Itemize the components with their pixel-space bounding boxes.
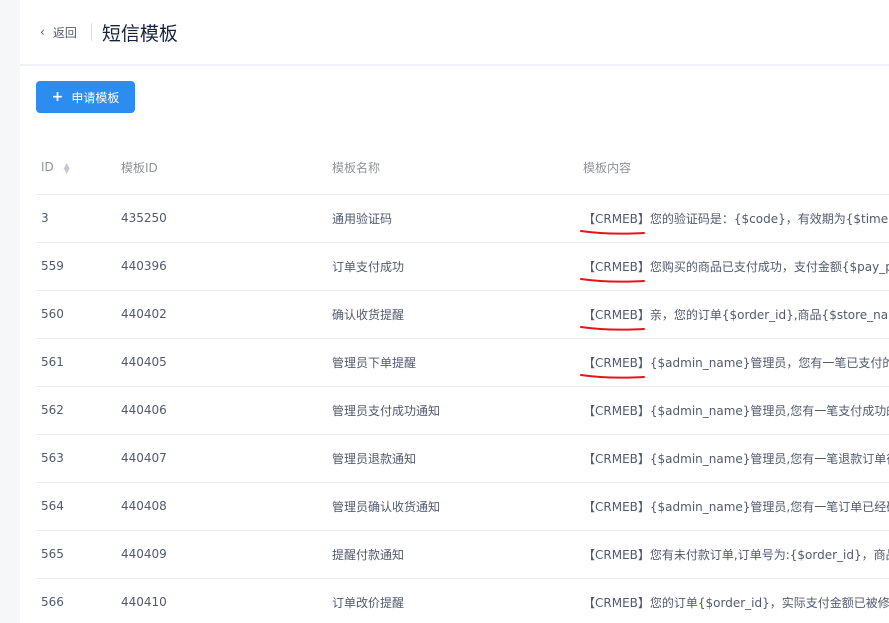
table-row[interactable]: 561 440405 管理员下单提醒 【CRMEB】{$admin_name}管理员，… <box>36 338 889 387</box>
cell-template-id: 440410 <box>116 578 327 623</box>
table-row[interactable]: 559 440396 订单支付成功 【CRMEB】您购买的商品已支付成功，支付金额{$… <box>36 242 889 291</box>
cell-id: 563 <box>36 434 116 483</box>
cell-template-name: 通用验证码 <box>327 194 578 243</box>
cell-template-name: 订单改价提醒 <box>327 578 578 623</box>
cell-template-content: 【CRMEB】您有未付款订单,订单号为:{$order_id}，商品数量 <box>578 530 889 579</box>
cell-template-content: 【CRMEB】您的验证码是：{$code}，有效期为{$time}分钟 <box>578 194 889 243</box>
cell-template-id: 440408 <box>116 482 327 531</box>
red-underline-annotation <box>580 373 645 379</box>
apply-template-label: 申请模板 <box>71 90 120 105</box>
cell-template-id: 440407 <box>116 434 327 483</box>
red-underline-annotation <box>580 325 645 331</box>
page-header: ‹ 返回 短信模板 <box>20 0 889 64</box>
main-content: + 申请模板 ID ▲ ▼ 模板ID 模板名称 模板内容 3 435250 通用验证码… <box>20 66 889 623</box>
cell-template-name: 管理员确认收货通知 <box>327 482 578 531</box>
cell-template-name: 管理员退款通知 <box>327 434 578 483</box>
table-row[interactable]: 563 440407 管理员退款通知 【CRMEB】{$admin_name}管理员,… <box>36 434 889 483</box>
header-divider <box>90 23 92 41</box>
cell-template-name: 提醒付款通知 <box>327 530 578 579</box>
cell-template-id: 440405 <box>116 338 327 387</box>
table-row[interactable]: 562 440406 管理员支付成功通知 【CRMEB】{$admin_name}管理… <box>36 386 889 435</box>
cell-template-name: 确认收货提醒 <box>327 290 578 339</box>
cell-id: 559 <box>36 242 116 291</box>
red-underline-annotation <box>580 229 645 235</box>
cell-template-content: 【CRMEB】{$admin_name}管理员,您有一笔支付成功的订单 <box>578 386 889 435</box>
cell-template-content: 【CRMEB】您购买的商品已支付成功，支付金额{$pay_price} <box>578 242 889 291</box>
page-title: 短信模板 <box>101 22 178 45</box>
back-button[interactable]: ‹ 返回 <box>40 24 77 41</box>
cell-template-id: 440409 <box>116 530 327 579</box>
table-row[interactable]: 566 440410 订单改价提醒 【CRMEB】您的订单{$order_id}，实际… <box>36 578 889 623</box>
cell-id: 3 <box>36 194 116 243</box>
cell-id: 561 <box>36 338 116 387</box>
plus-icon: + <box>51 89 64 105</box>
cell-template-id: 440396 <box>116 242 327 291</box>
cell-template-name: 管理员支付成功通知 <box>327 386 578 435</box>
cell-id: 562 <box>36 386 116 435</box>
cell-template-id: 435250 <box>116 194 327 243</box>
cell-template-content: 【CRMEB】{$admin_name}管理员,您有一笔订单已经确认收货 <box>578 482 889 531</box>
table-header-row: ID ▲ ▼ 模板ID 模板名称 模板内容 <box>36 141 889 195</box>
sms-template-table: ID ▲ ▼ 模板ID 模板名称 模板内容 3 435250 通用验证码 【CRMEB】… <box>36 141 889 623</box>
cell-template-content: 【CRMEB】亲，您的订单{$order_id},商品{$store_name}… <box>578 290 889 339</box>
column-header-template-content: 模板内容 <box>578 141 889 195</box>
cell-template-name: 订单支付成功 <box>327 242 578 291</box>
table-row[interactable]: 565 440409 提醒付款通知 【CRMEB】您有未付款订单,订单号为:{$ord… <box>36 530 889 579</box>
table-row[interactable]: 3 435250 通用验证码 【CRMEB】您的验证码是：{$code}，有效期为{$… <box>36 194 889 243</box>
column-header-template-name: 模板名称 <box>327 141 578 195</box>
cell-template-content: 【CRMEB】{$admin_name}管理员，您有一笔已支付的订单 <box>578 338 889 387</box>
cell-template-content: 【CRMEB】您的订单{$order_id}，实际支付金额已被修改为 <box>578 578 889 623</box>
cell-template-id: 440402 <box>116 290 327 339</box>
cell-template-id: 440406 <box>116 386 327 435</box>
table-row[interactable]: 564 440408 管理员确认收货通知 【CRMEB】{$admin_name}管理… <box>36 482 889 531</box>
back-label: 返回 <box>52 25 77 40</box>
cell-id: 566 <box>36 578 116 623</box>
red-underline-annotation <box>580 277 645 283</box>
apply-template-button[interactable]: + 申请模板 <box>36 81 135 113</box>
left-edge <box>0 0 20 623</box>
sort-caret-icon[interactable]: ▲ ▼ <box>64 161 70 174</box>
cell-id: 560 <box>36 290 116 339</box>
chevron-left-icon: ‹ <box>40 25 45 39</box>
cell-template-content: 【CRMEB】{$admin_name}管理员,您有一笔退款订单待处理 <box>578 434 889 483</box>
column-header-template-id: 模板ID <box>116 141 327 195</box>
cell-id: 565 <box>36 530 116 579</box>
table-row[interactable]: 560 440402 确认收货提醒 【CRMEB】亲，您的订单{$order_id},… <box>36 290 889 339</box>
cell-template-name: 管理员下单提醒 <box>327 338 578 387</box>
column-header-id[interactable]: ID ▲ ▼ <box>36 141 116 195</box>
cell-id: 564 <box>36 482 116 531</box>
